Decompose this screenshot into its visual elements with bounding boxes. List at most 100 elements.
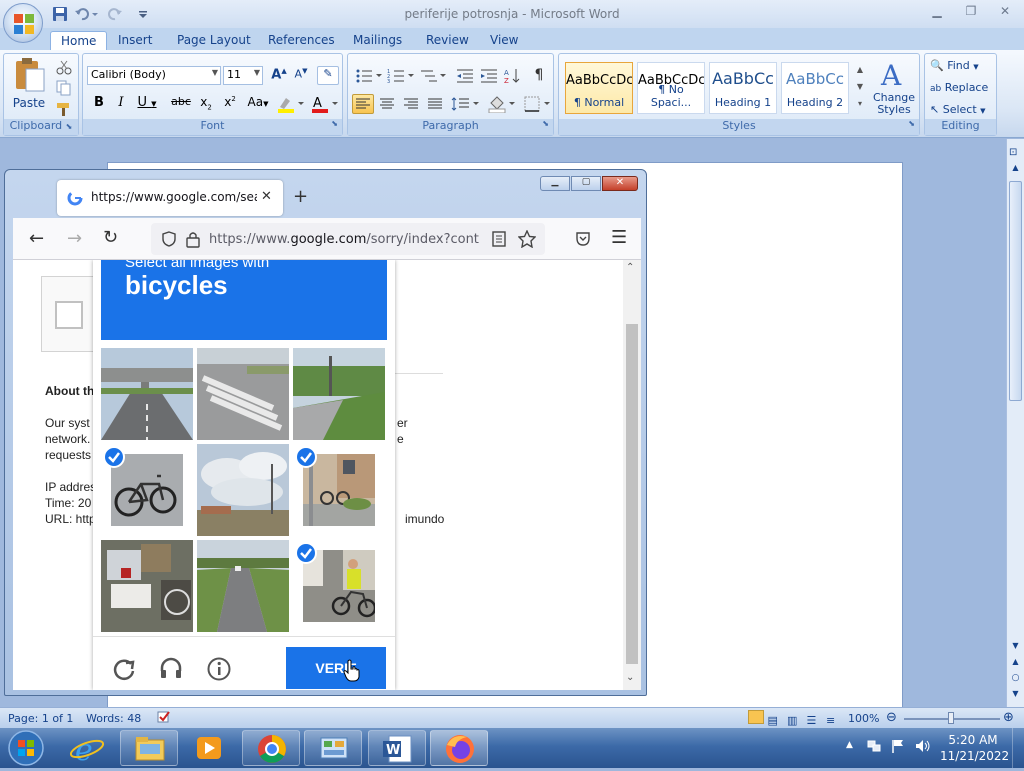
action-center-icon[interactable] [890,738,906,754]
show-desktop-button[interactable] [1012,728,1024,768]
previous-page-icon[interactable]: ▲ [1009,657,1022,671]
borders-icon[interactable] [522,94,552,114]
minimize-icon[interactable]: ▁ [926,4,948,22]
draft-icon[interactable]: ≡ [826,714,842,728]
vertical-scrollbar[interactable]: ⊡ ▲ ▼ ▲ ○ ▼ [1006,139,1024,707]
paste-button[interactable]: Paste [9,56,49,116]
clear-formatting-icon[interactable]: ✎ [317,66,339,85]
verify-button[interactable]: VERIF [286,647,386,689]
browse-object-icon[interactable]: ○ [1009,673,1022,687]
change-styles-button[interactable]: A Change Styles [869,58,919,118]
bullets-icon[interactable] [354,66,384,85]
zoom-level[interactable]: 100% [848,712,879,725]
tab-home[interactable]: Home [50,31,108,50]
url-bar[interactable]: https://www.google.com/sorry/index?conti… [151,223,545,255]
web-layout-icon[interactable]: ▥ [787,714,803,728]
close-icon[interactable]: ✕ [994,4,1016,22]
next-page-icon[interactable]: ▼ [1009,689,1022,703]
forward-icon[interactable]: → [67,228,82,249]
scroll-up-icon[interactable]: ▲ [1009,163,1022,177]
decrease-indent-icon[interactable] [454,66,476,85]
change-case-icon[interactable]: Aa▼ [243,94,273,114]
align-left-icon[interactable] [352,94,374,114]
captcha-tile-7[interactable] [101,540,193,632]
line-spacing-icon[interactable] [450,94,482,114]
tab-insert[interactable]: Insert [108,31,162,50]
captcha-tile-1[interactable] [101,348,193,440]
font-launcher-icon[interactable]: ⬊ [331,119,338,128]
new-tab-icon[interactable]: + [293,186,308,207]
full-screen-reading-icon[interactable]: ▤ [768,714,784,728]
replace-button[interactable]: ab Replace [929,80,995,98]
maximize-icon[interactable]: ❐ [960,4,982,22]
tab-view[interactable]: View [480,31,528,50]
align-center-icon[interactable] [376,94,398,114]
multilevel-list-icon[interactable] [418,66,448,85]
superscript-icon[interactable]: x2 [219,94,241,114]
sort-icon[interactable]: AZ [502,66,524,85]
strikethrough-icon[interactable]: abc [169,94,193,114]
shading-icon[interactable] [486,94,518,114]
captcha-tile-4-selected[interactable] [101,444,193,536]
tab-mailings[interactable]: Mailings [343,31,412,50]
menu-hamburger-icon[interactable]: ☰ [611,227,627,248]
ff-scroll-down-icon[interactable]: ⌄ [626,672,634,683]
network-icon[interactable] [866,738,882,754]
back-icon[interactable]: ← [29,228,44,249]
page-count[interactable]: Page: 1 of 1 [8,712,73,725]
taskbar-internet-explorer[interactable]: e [58,730,116,768]
highlight-icon[interactable] [275,94,307,114]
styles-launcher-icon[interactable]: ⬊ [908,119,915,128]
bold-icon[interactable]: B [89,94,109,114]
captcha-tile-2[interactable] [197,348,289,440]
start-button[interactable] [4,728,48,768]
audio-challenge-icon[interactable] [159,657,183,681]
style-normal[interactable]: AaBbCcDc ¶ Normal [565,62,633,114]
captcha-tile-9-selected[interactable] [293,540,385,632]
taskbar-word[interactable]: W [368,730,426,766]
underline-icon[interactable]: U ▼ [133,94,161,114]
ff-scroll-up-icon[interactable]: ⌃ [626,262,634,273]
taskbar-media-player[interactable] [180,730,238,766]
font-color-icon[interactable]: A [309,94,341,114]
shrink-font-icon[interactable]: A▼ [291,66,311,85]
subscript-icon[interactable]: x2 [195,94,217,114]
pocket-icon[interactable] [575,231,591,247]
ff-scrollbar[interactable]: ⌃ ⌄ [623,260,641,690]
reader-view-icon[interactable] [491,231,507,247]
captcha-tile-8[interactable] [197,540,289,632]
scroll-down-icon[interactable]: ▼ [1009,641,1022,655]
word-count[interactable]: Words: 48 [86,712,141,725]
cut-icon[interactable] [54,58,74,76]
tab-review[interactable]: Review [416,31,479,50]
captcha-tile-6-selected[interactable] [293,444,385,536]
scroll-thumb[interactable] [1009,181,1022,401]
taskbar-explorer[interactable] [120,730,178,766]
captcha-tile-5[interactable] [197,444,289,536]
office-button[interactable] [3,3,43,43]
taskbar-chrome[interactable] [242,730,300,766]
tab-page-layout[interactable]: Page Layout [167,31,261,50]
outline-icon[interactable]: ☰ [807,714,823,728]
recaptcha-checkbox[interactable] [55,301,83,329]
reload-challenge-icon[interactable] [112,657,136,681]
zoom-slider-thumb[interactable] [948,712,954,724]
paragraph-launcher-icon[interactable]: ⬊ [542,119,549,128]
clipboard-launcher-icon[interactable]: ⬊ [66,122,73,131]
ff-tab-google[interactable]: https://www.google.com/search ✕ [57,180,283,216]
style-heading-1[interactable]: AaBbCc Heading 1 [709,62,777,114]
info-icon[interactable] [207,657,231,681]
taskbar-firefox[interactable] [430,730,488,766]
increase-indent-icon[interactable] [478,66,500,85]
show-hidden-icons[interactable]: ▲ [846,740,853,750]
style-heading-2[interactable]: AaBbCc Heading 2 [781,62,849,114]
styles-scroll[interactable]: ▲ ▼ ▾ [853,60,867,114]
lock-icon[interactable] [185,230,201,248]
taskbar-control-panel[interactable] [304,730,362,766]
reload-icon[interactable]: ↻ [103,227,118,248]
ff-scroll-thumb[interactable] [626,324,638,664]
volume-icon[interactable] [914,738,932,754]
numbering-icon[interactable]: 123 [386,66,416,85]
font-name-combo[interactable]: Calibri (Body) ▼ [87,66,221,85]
select-button[interactable]: ↖ Select ▼ [929,102,995,120]
